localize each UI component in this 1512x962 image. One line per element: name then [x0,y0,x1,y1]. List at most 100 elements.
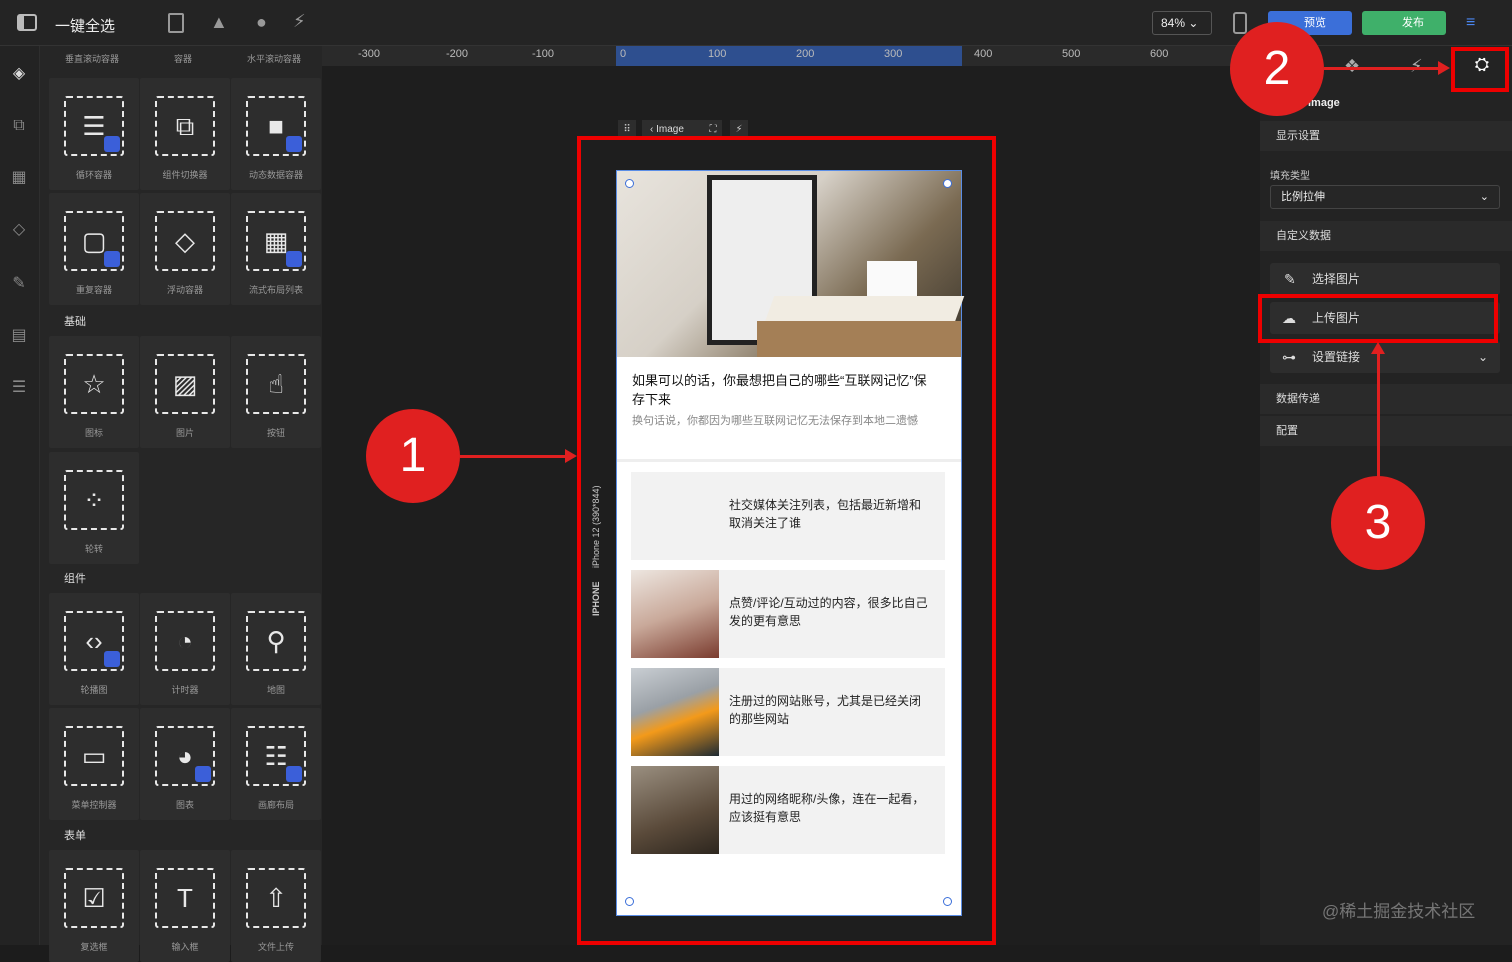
fill-type-label: 填充类型 [1270,171,1310,182]
spinner-icon: ⁘ [64,470,124,530]
left-rail: ◈ ⧉ ▦ ◇ ✎ ▤ ☰ [0,46,40,945]
shapes-icon[interactable]: ● [256,12,267,33]
palette-item-checkbox[interactable]: ☑ 复选框 [49,850,139,962]
components-icon[interactable]: ⧉ [9,116,29,136]
settings-sliders-icon[interactable]: ≡ [1466,14,1486,32]
data-transfer-section[interactable]: 数据传递 [1260,384,1512,414]
database-icon [286,766,302,782]
palette-item-carousel[interactable]: ‹› 轮播图 [49,593,139,705]
palette-item-chart[interactable]: ◕ 图表 [140,708,230,820]
horizontal-ruler: -300 -200 -100 0 100 200 300 400 500 600 [322,46,1260,66]
config-section[interactable]: 配置 [1260,416,1512,446]
palette-item-gallery[interactable]: ☷ 画廊布局 [231,708,321,820]
palette-item-label: 轮转 [84,544,103,554]
palette-item-image[interactable]: ▨ 图片 [140,336,230,448]
database-icon [104,251,120,267]
menu-controller-icon: ▭ [64,726,124,786]
palette-item-label: 流式布局列表 [248,285,303,295]
palette-item-label: 组件切换器 [162,170,208,180]
display-settings-section[interactable]: 显示设置 [1260,121,1512,151]
choose-image-label: 选择图片 [1312,272,1361,286]
palette-item-label: 浮动容器 [166,285,203,295]
palette-item-button[interactable]: ☝ 按钮 [231,336,321,448]
watermark: @稀土掘金技术社区 [1322,902,1476,921]
palette-item-label: 动态数据容器 [248,170,303,180]
sidebar-toggle-icon[interactable] [17,14,37,31]
flow-list-icon: ▦ [246,211,306,271]
chevron-down-icon: ⌄ [1188,16,1199,30]
palette-item-floating-container[interactable]: ◇ 浮动容器 [140,193,230,305]
palette-item-label: 按钮 [266,428,285,438]
palette-item-component-switcher[interactable]: ⧉ 组件切换器 [140,78,230,190]
palette-item-loop-container[interactable]: ☰ 循环容器 [49,78,139,190]
device-icon[interactable] [1233,12,1247,34]
database-icon [195,766,211,782]
palette-item-spinner[interactable]: ⁘ 轮转 [49,452,139,564]
zoom-select[interactable]: 84% ⌄ [1152,11,1212,35]
map-pin-icon: ⚲ [246,611,306,671]
gallery-icon: ☷ [246,726,306,786]
layout-icon[interactable]: ▦ [9,168,29,188]
pages-icon[interactable]: ▤ [9,326,29,346]
chevron-down-icon: ⌄ [1477,350,1488,364]
arrow-1 [460,455,570,458]
palette-top-label[interactable]: 垂直滚动容器 [65,52,119,65]
palette-top-label[interactable]: 水平滚动容器 [247,52,301,65]
choose-image-button[interactable]: ✎ 选择图片 [1270,263,1500,295]
timer-icon: ◔ [155,611,215,671]
zoom-value: 84% [1161,16,1186,30]
ruler-tick: -200 [446,48,469,60]
image-icon: ▨ [155,354,215,414]
app-title: 一键全选 [55,18,116,35]
palette-item-label: 图标 [84,428,103,438]
ruler-tick: 500 [1062,48,1081,60]
palette-item-dynamic-container[interactable]: ■ 动态数据容器 [231,78,321,190]
set-link-button[interactable]: ⊶ 设置链接 ⌄ [1270,341,1500,373]
pin-icon[interactable]: ✎ [9,274,29,294]
palette-item-label: 图片 [175,428,194,438]
palette-item-label: 重复容器 [75,285,112,295]
step-badge-1: 1 [366,409,460,503]
fill-type-value: 比例拉伸 [1281,191,1325,203]
drive-icon[interactable]: ▲ [210,12,228,33]
palette-item-timer[interactable]: ◔ 计时器 [140,593,230,705]
database-icon [286,136,302,152]
palette-top-row: 垂直滚动容器 容器 水平滚动容器 [40,46,322,68]
palette-item-input[interactable]: T 输入框 [140,850,230,962]
pie-chart-icon: ◕ [155,726,215,786]
palette-top-label[interactable]: 容器 [174,52,192,65]
palette-item-file-upload[interactable]: ⇧ 文件上传 [231,850,321,962]
palette-item-icon[interactable]: ☆ 图标 [49,336,139,448]
loop-container-icon: ☰ [64,96,124,156]
palette-item-label: 轮播图 [80,685,108,695]
palette-item-repeat-container[interactable]: ▢ 重复容器 [49,193,139,305]
layers-icon[interactable]: ◇ [9,220,29,240]
document-icon[interactable] [168,13,184,33]
section-components: 组件 [40,568,322,590]
palette-item-flow-list[interactable]: ▦ 流式布局列表 [231,193,321,305]
palette-item-map[interactable]: ⚲ 地图 [231,593,321,705]
database-icon [104,651,120,667]
list-icon[interactable]: ☰ [9,378,29,398]
arrow-3-head [1371,342,1385,354]
database-icon [286,251,302,267]
repeat-container-icon: ▢ [64,211,124,271]
flash-icon[interactable]: ⚡ [293,11,306,32]
link-icon: ⊶ [1282,349,1296,365]
arrow-3 [1377,352,1380,478]
ruler-tick: 600 [1150,48,1169,60]
publish-button[interactable]: 发布 [1362,11,1446,35]
fill-type-select[interactable]: 比例拉伸 ⌄ [1270,185,1500,209]
ruler-selection [616,46,962,66]
palette-item-label: 复选框 [80,942,108,952]
star-icon: ☆ [64,354,124,414]
ruler-tick: -300 [358,48,381,60]
palette-item-menu-controller[interactable]: ▭ 菜单控制器 [49,708,139,820]
step-badge-2: 2 [1230,22,1324,116]
custom-data-section[interactable]: 自定义数据 [1260,221,1512,251]
arrow-2-head [1438,61,1450,75]
floating-container-icon: ◇ [155,211,215,271]
ruler-tick: 100 [708,48,727,60]
cube-icon[interactable]: ◈ [9,64,29,84]
highlight-data-tab [1451,47,1509,92]
